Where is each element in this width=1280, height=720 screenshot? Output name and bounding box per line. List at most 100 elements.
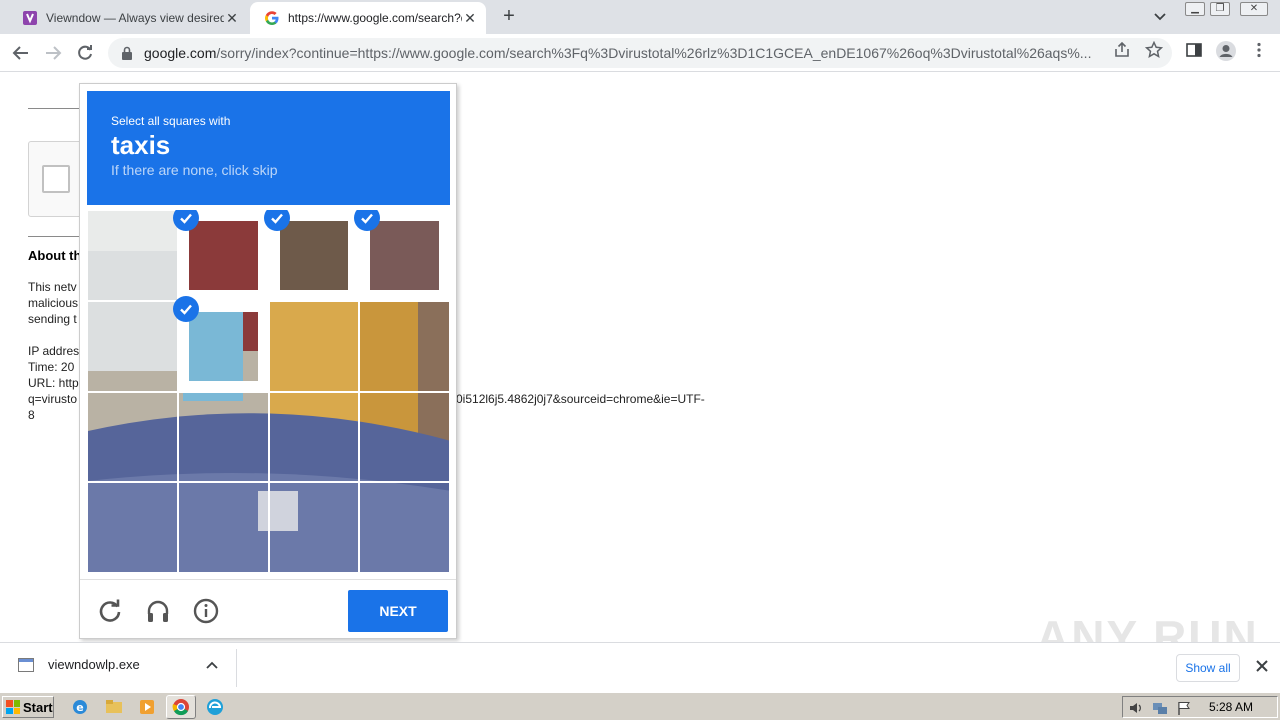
info-line: IP addres [28,344,80,358]
bookmark-star-icon[interactable] [1144,40,1164,59]
browser-toolbar: google.com/sorry/index?continue=https://… [0,34,1280,72]
captcha-tile-image [88,392,177,482]
captcha-tile[interactable] [87,210,178,301]
captcha-tile[interactable] [87,482,178,573]
next-button[interactable]: NEXT [348,590,448,632]
tab-google[interactable]: https://www.google.com/search?q= ✕ [250,2,486,34]
file-explorer-icon[interactable] [104,697,124,717]
download-file-name: viewndowlp.exe [48,657,140,672]
recaptcha-checkbox[interactable] [42,165,70,193]
captcha-tile-image [188,221,258,290]
edge-icon[interactable] [205,697,225,717]
viewndow-favicon-icon [22,10,38,26]
action-center-flag-icon[interactable] [1176,700,1192,716]
captcha-tile-image [360,301,449,391]
tab-title: https://www.google.com/search?q= [288,11,462,25]
info-line: This netv [28,280,77,294]
lock-icon[interactable] [120,46,134,60]
captcha-tile-image [269,301,359,391]
divider [28,236,80,237]
captcha-tile-image [178,483,268,572]
divider [28,108,80,109]
windows-taskbar: Start e 5:28 AM [0,692,1280,720]
restore-icon[interactable]: ❐ [1210,2,1230,16]
start-label: Start [23,699,53,715]
about-heading: About th [28,248,82,263]
menu-kebab-icon[interactable] [1250,41,1268,59]
captcha-tile[interactable] [268,300,360,392]
info-line: Time: 20 [28,360,75,374]
recaptcha-challenge: Select all squares with taxis If there a… [79,83,457,639]
captcha-tile[interactable] [268,391,360,483]
chrome-taskbar-button[interactable] [166,695,196,719]
tab-close-icon[interactable]: ✕ [462,10,478,27]
url-host: google.com [144,45,217,61]
url-text: google.com/sorry/index?continue=https://… [144,45,1104,61]
close-download-bar-icon[interactable] [1254,658,1270,674]
url-tail-text: 0i512l6j5.4862j0j7&sourceid=chrome&ie=UT… [456,392,705,406]
captcha-tile[interactable] [359,300,450,392]
captcha-tile-image [279,221,349,290]
reload-icon[interactable] [72,40,98,66]
back-icon[interactable] [8,40,34,66]
challenge-hint: If there are none, click skip [111,162,278,178]
captcha-tile[interactable] [177,482,269,573]
internet-explorer-icon[interactable]: e [70,697,90,717]
address-bar[interactable]: google.com/sorry/index?continue=https://… [108,38,1172,68]
start-button[interactable]: Start [2,696,54,718]
captcha-tile[interactable] [359,391,450,483]
audio-challenge-headphones-icon[interactable] [145,598,171,624]
challenge-header: Select all squares with taxis If there a… [87,91,450,205]
captcha-tile[interactable] [177,391,269,483]
tab-title: Viewndow — Always view desired wi [46,11,224,25]
share-icon[interactable] [1113,41,1131,59]
captcha-tile-image [88,301,177,391]
exe-file-icon [18,657,34,672]
captcha-tile[interactable] [263,210,360,301]
minimize-icon[interactable]: ▁ [1185,2,1205,16]
challenge-image-grid [87,210,450,573]
captcha-tile[interactable] [268,482,360,573]
captcha-tile[interactable] [87,300,178,392]
tab-viewndow[interactable]: Viewndow — Always view desired wi ✕ [8,2,248,34]
windows-logo-icon [6,700,20,714]
side-panel-icon[interactable] [1185,41,1203,59]
info-line: 8 [28,408,35,422]
captcha-tile-image [269,483,359,572]
network-icon[interactable] [1152,700,1168,716]
captcha-tile-image [360,483,449,572]
forward-icon[interactable] [40,40,66,66]
captcha-tile-image [269,392,359,482]
info-line: q=virusto [28,392,78,406]
captcha-tile[interactable] [172,210,269,301]
captcha-tile[interactable] [359,482,450,573]
info-icon[interactable] [193,598,219,624]
tab-search-chevron-icon[interactable] [1150,8,1170,26]
tab-strip: Viewndow — Always view desired wi ✕ http… [0,0,1280,34]
download-item[interactable]: viewndowlp.exe [18,657,140,672]
url-path: /sorry/index?continue=https://www.google… [216,45,1092,61]
challenge-target: taxis [111,130,171,160]
info-line: malicious [28,296,79,310]
captcha-tile-image [188,311,258,381]
captcha-tile[interactable] [354,210,450,301]
profile-avatar-icon[interactable] [1215,40,1237,62]
captcha-tile[interactable] [172,295,269,392]
new-tab-button[interactable]: + [498,6,520,28]
taskbar-clock: 5:28 AM [1209,700,1254,714]
media-player-icon[interactable] [137,697,157,717]
captcha-tile[interactable] [87,391,178,483]
window-close-icon[interactable]: ✕ [1240,2,1268,16]
tab-close-icon[interactable]: ✕ [224,10,240,27]
captcha-tile-image [370,221,439,290]
volume-icon[interactable] [1128,700,1144,716]
google-favicon-icon [264,10,280,26]
captcha-tile-image [88,483,177,572]
show-all-button[interactable]: Show all [1176,654,1240,682]
system-tray: 5:28 AM [1122,696,1278,718]
reload-challenge-icon[interactable] [97,598,123,624]
chevron-up-icon[interactable] [205,658,219,672]
captcha-tile-image [360,392,449,482]
download-bar: viewndowlp.exe Show all [0,642,1280,692]
selected-check-icon [172,295,199,322]
